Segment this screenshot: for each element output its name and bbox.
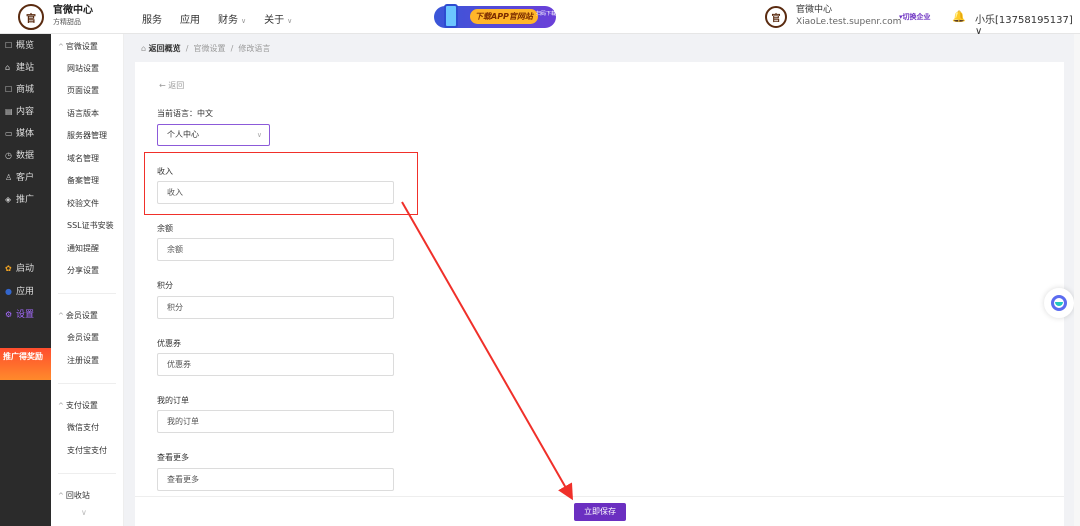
scrollbar[interactable] (1074, 34, 1080, 526)
customer-service-icon[interactable] (1044, 288, 1074, 318)
annotation-arrow (401, 201, 573, 501)
